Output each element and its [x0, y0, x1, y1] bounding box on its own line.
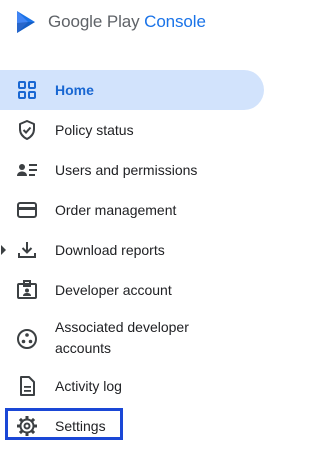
- sidebar-item-label: Policy status: [55, 122, 134, 138]
- settings-highlight-box: [5, 408, 123, 440]
- sidebar-item-order-management[interactable]: Order management: [0, 190, 264, 230]
- credit-card-icon: [16, 199, 38, 221]
- sidebar-item-policy-status[interactable]: Policy status: [0, 110, 264, 150]
- sidebar-item-label: Download reports: [55, 242, 165, 258]
- download-icon: [16, 239, 38, 261]
- google-play-console-logo-icon[interactable]: [15, 10, 37, 36]
- users-list-icon: [16, 159, 38, 181]
- sidebar-item-developer-account[interactable]: Developer account: [0, 270, 264, 310]
- sidebar-item-users-and-permissions[interactable]: Users and permissions: [0, 150, 264, 190]
- sidebar-item-label-line1: Associated developer: [55, 319, 189, 335]
- sidebar-item-activity-log[interactable]: Activity log: [0, 366, 264, 406]
- app-header: Google Play Console: [0, 0, 264, 50]
- sidebar-item-label: Order management: [55, 202, 177, 218]
- linked-accounts-icon: [16, 328, 38, 350]
- sidebar-item-label: Activity log: [55, 378, 122, 394]
- sidebar-item-label: Home: [55, 82, 94, 98]
- shield-check-icon: [16, 119, 38, 141]
- sidebar-item-home[interactable]: Home: [0, 70, 264, 110]
- brand-title[interactable]: Google Play Console: [48, 12, 206, 32]
- sidebar-item-label-line2: accounts: [55, 340, 112, 356]
- expand-arrow-icon[interactable]: [1, 245, 6, 255]
- sidebar-item-download-reports[interactable]: Download reports: [0, 230, 264, 270]
- active-indicator: [0, 70, 264, 110]
- document-icon: [16, 375, 38, 397]
- sidebar-item-associated-developer-accounts[interactable]: Associated developer accounts: [0, 315, 264, 363]
- sidebar-item-label: Developer account: [55, 282, 172, 298]
- grid-icon: [16, 79, 38, 101]
- brand-google-play: Google Play: [48, 12, 140, 31]
- brand-console: Console: [144, 12, 206, 31]
- id-badge-icon: [16, 279, 38, 301]
- sidebar-item-label: Users and permissions: [55, 162, 198, 178]
